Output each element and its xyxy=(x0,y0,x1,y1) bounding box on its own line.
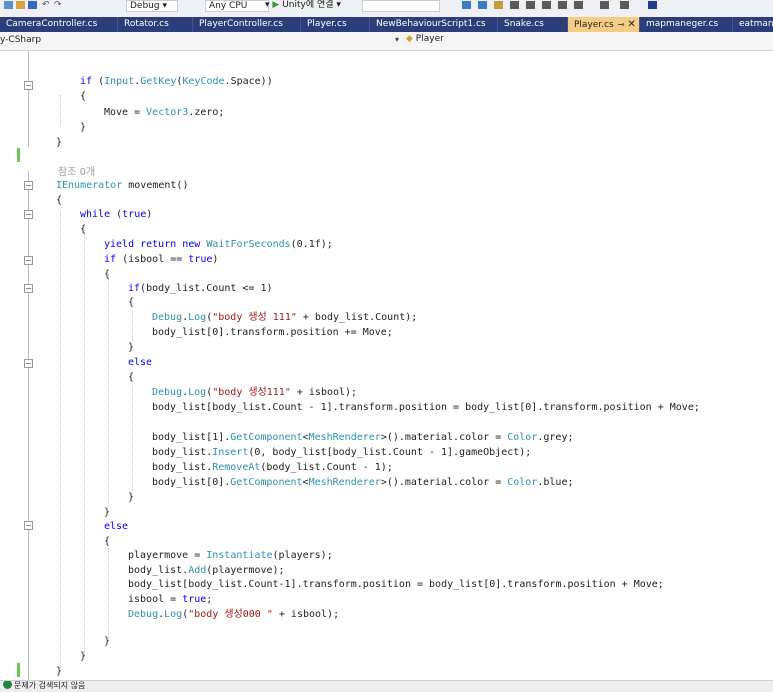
tool-icon-7[interactable] xyxy=(558,1,567,9)
uncomment-icon[interactable] xyxy=(620,1,629,9)
code-line: Debug.Log("body 생성 111" + body_list.Coun… xyxy=(152,312,418,323)
code-line: { xyxy=(80,91,87,102)
collapse-icon[interactable]: − xyxy=(24,359,33,368)
tool-icon-4[interactable] xyxy=(510,1,519,9)
collapse-icon[interactable]: − xyxy=(24,210,33,219)
tab-mapmaneger[interactable]: mapmaneger.cs xyxy=(640,17,733,32)
code-line: body_list.RemoveAt(body_list.Count - 1); xyxy=(152,462,393,473)
indent-guide xyxy=(60,212,61,668)
code-line: playermove = Instantiate(players); xyxy=(128,550,333,561)
document-tabs: CameraController.cs Rotator.cs PlayerCon… xyxy=(0,17,773,32)
code-line: body_list.Insert(0, body_list[body_list.… xyxy=(152,447,532,458)
code-line: body_list[0].GetComponent<MeshRenderer>(… xyxy=(152,477,574,488)
code-line: } xyxy=(128,492,135,503)
status-message[interactable]: 문제가 검색되지 않음 xyxy=(14,681,85,691)
tool-icon-2[interactable] xyxy=(478,1,487,9)
code-line: yield return new WaitForSeconds(0.1f); xyxy=(104,239,333,250)
code-line: if(body_list.Count <= 1) xyxy=(128,283,273,294)
outline-line xyxy=(28,51,29,147)
redo-icon[interactable]: ↷ xyxy=(54,1,63,10)
collapse-icon[interactable]: − xyxy=(24,181,33,190)
code-line: body_list[body_list.Count-1].transform.p… xyxy=(128,579,664,590)
reference-count[interactable]: 참조 0개 xyxy=(58,166,95,179)
indent-guide xyxy=(108,273,109,506)
code-line: } xyxy=(104,636,111,647)
code-line: IEnumerator movement() xyxy=(56,180,189,191)
collapse-icon[interactable]: − xyxy=(24,284,33,293)
change-marker xyxy=(17,148,20,162)
tab-newbehaviourscript1[interactable]: NewBehaviourScript1.cs xyxy=(370,17,498,32)
code-line: else xyxy=(128,357,153,368)
code-line: if (Input.GetKey(KeyCode.Space)) xyxy=(80,76,273,87)
save-icon[interactable] xyxy=(4,1,13,9)
code-line: } xyxy=(80,651,87,662)
play-icon: ▶ xyxy=(272,0,280,10)
tool-icon-8[interactable] xyxy=(574,1,583,9)
code-line: body_list[0].transform.position += Move; xyxy=(152,327,393,338)
tab-rotator[interactable]: Rotator.cs xyxy=(118,17,193,32)
save-all-icon[interactable] xyxy=(28,1,37,9)
platform-dropdown[interactable]: Any CPU xyxy=(205,0,269,12)
code-line: else xyxy=(104,521,129,532)
tab-player[interactable]: Player.cs xyxy=(301,17,370,32)
tab-snake[interactable]: Snake.cs xyxy=(498,17,568,32)
collapse-icon[interactable]: − xyxy=(24,256,33,265)
code-line: { xyxy=(128,297,135,308)
code-line: body_list[body_list.Count - 1].transform… xyxy=(152,402,700,413)
indent-guide xyxy=(132,311,133,341)
code-line: { xyxy=(128,372,135,383)
code-line: } xyxy=(56,666,63,677)
code-line: { xyxy=(80,224,87,235)
outline-line xyxy=(28,171,29,680)
code-line: } xyxy=(128,342,135,353)
comment-icon[interactable] xyxy=(600,1,609,9)
code-line: body_list.Add(playermove); xyxy=(128,565,285,576)
indent-guide xyxy=(108,548,109,638)
toolbar: ↶ ↷ Debug ▾ Any CPU ▾ ▶ Unity에 연결 ▾ xyxy=(0,0,773,17)
code-line: { xyxy=(104,269,111,280)
tab-cameracontroller[interactable]: CameraController.cs xyxy=(0,17,118,32)
project-dropdown[interactable]: y-CSharp xyxy=(0,35,41,45)
indent-guide xyxy=(60,95,61,125)
code-line: Move = Vector3.zero; xyxy=(104,107,225,118)
code-editor[interactable]: − − − − − − − if (Input.GetKey(KeyCode.S… xyxy=(0,51,773,680)
code-line: } xyxy=(80,122,87,133)
tab-eatmaneger[interactable]: eatmaneger.cs xyxy=(733,17,773,32)
run-button[interactable]: ▾ ▶ Unity에 연결 ▾ xyxy=(265,0,341,10)
code-line: { xyxy=(56,195,63,206)
status-bar: 문제가 검색되지 않음 xyxy=(0,680,773,692)
open-icon[interactable] xyxy=(16,1,25,9)
code-line: } xyxy=(56,137,63,148)
indent-guide xyxy=(132,385,133,492)
pin-icon[interactable]: ⊸ xyxy=(618,20,625,29)
close-icon[interactable]: ✕ xyxy=(627,19,635,30)
code-line: Debug.Log("body 생성000 " + isbool); xyxy=(128,609,340,620)
undo-icon[interactable]: ↶ xyxy=(42,1,51,10)
code-line: Debug.Log("body 생성111" + isbool); xyxy=(152,387,358,398)
tool-icon-3[interactable] xyxy=(494,1,503,9)
code-line: while (true) xyxy=(80,209,153,220)
code-line: { xyxy=(104,536,111,547)
code-line: } xyxy=(104,507,111,518)
indent-guide xyxy=(84,228,85,655)
change-marker xyxy=(17,663,20,677)
tab-playercontroller[interactable]: PlayerController.cs xyxy=(193,17,301,32)
chevron-down-icon[interactable]: ▾ xyxy=(395,35,399,44)
code-line: body_list[1].GetComponent<MeshRenderer>(… xyxy=(152,432,574,443)
class-icon: ◆ xyxy=(406,34,413,44)
tool-icon-1[interactable] xyxy=(462,1,471,9)
code-line: isbool = true; xyxy=(128,594,213,605)
tool-icon-5[interactable] xyxy=(526,1,535,9)
collapse-icon[interactable]: − xyxy=(24,521,33,530)
tool-icon-6[interactable] xyxy=(542,1,551,9)
class-dropdown[interactable]: ◆ Player xyxy=(406,34,444,44)
code-line: if (isbool == true) xyxy=(104,254,219,265)
bookmark-icon[interactable] xyxy=(648,1,657,9)
config-dropdown[interactable]: Debug ▾ xyxy=(126,0,178,12)
check-icon xyxy=(3,681,12,689)
collapse-icon[interactable]: − xyxy=(24,81,33,90)
tab-player-active[interactable]: Player.cs ⊸ ✕ xyxy=(568,17,640,32)
search-box[interactable] xyxy=(362,0,440,12)
navigation-bar: y-CSharp ▾ ◆ Player xyxy=(0,32,773,51)
